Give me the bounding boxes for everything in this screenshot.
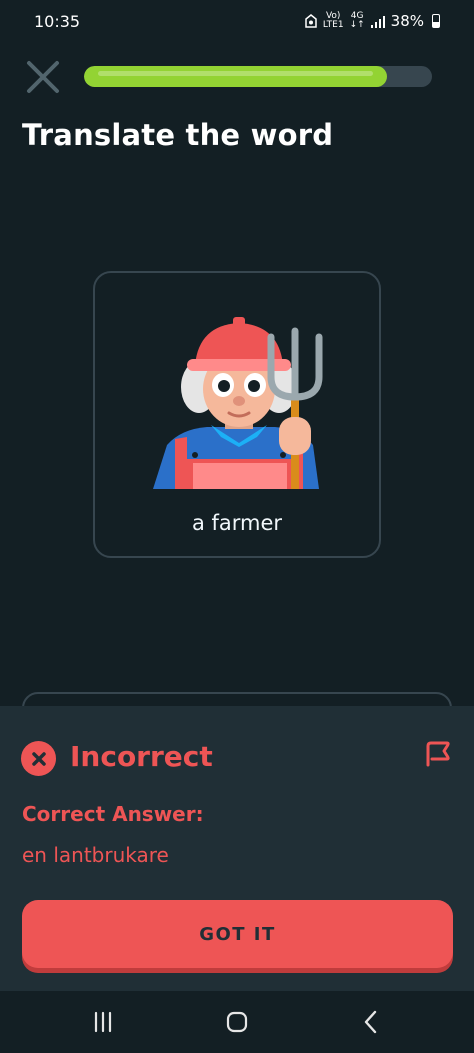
report-button[interactable] <box>420 738 454 770</box>
feedback-status: Incorrect <box>70 740 213 773</box>
battery-percent: 38% <box>390 12 424 30</box>
flag-icon <box>426 741 450 767</box>
system-nav-bar <box>0 991 474 1053</box>
data-saver-icon <box>305 14 317 28</box>
correct-answer-text: en lantbrukare <box>22 843 169 867</box>
got-it-button[interactable]: GOT IT <box>22 900 453 968</box>
volte-icon: Vo) LTE1 <box>322 11 344 30</box>
lesson-progress-fill <box>84 66 387 87</box>
signal-icon <box>370 15 385 28</box>
word-label: a farmer <box>191 511 283 535</box>
x-circle-icon <box>21 741 56 776</box>
correct-answer-label: Correct Answer: <box>22 802 204 826</box>
back-button[interactable] <box>336 991 406 1053</box>
network-type-icon: 4G ↓↑ <box>349 11 365 30</box>
recent-apps-icon <box>94 1011 112 1033</box>
close-button[interactable] <box>22 56 64 98</box>
word-card[interactable]: a farmer <box>93 271 381 558</box>
back-icon <box>364 1010 377 1034</box>
recent-apps-button[interactable] <box>68 991 138 1053</box>
home-icon <box>226 1011 248 1033</box>
lesson-progress-bar <box>84 66 432 87</box>
status-bar: 10:35 Vo) LTE1 4G ↓↑ 38% <box>0 0 474 42</box>
battery-icon <box>432 14 440 28</box>
status-indicators: Vo) LTE1 4G ↓↑ 38% <box>305 12 440 30</box>
close-icon <box>27 61 59 93</box>
status-time: 10:35 <box>34 11 81 31</box>
prompt-title: Translate the word <box>22 118 334 152</box>
farmer-illustration <box>153 317 323 489</box>
home-button[interactable] <box>202 991 272 1053</box>
